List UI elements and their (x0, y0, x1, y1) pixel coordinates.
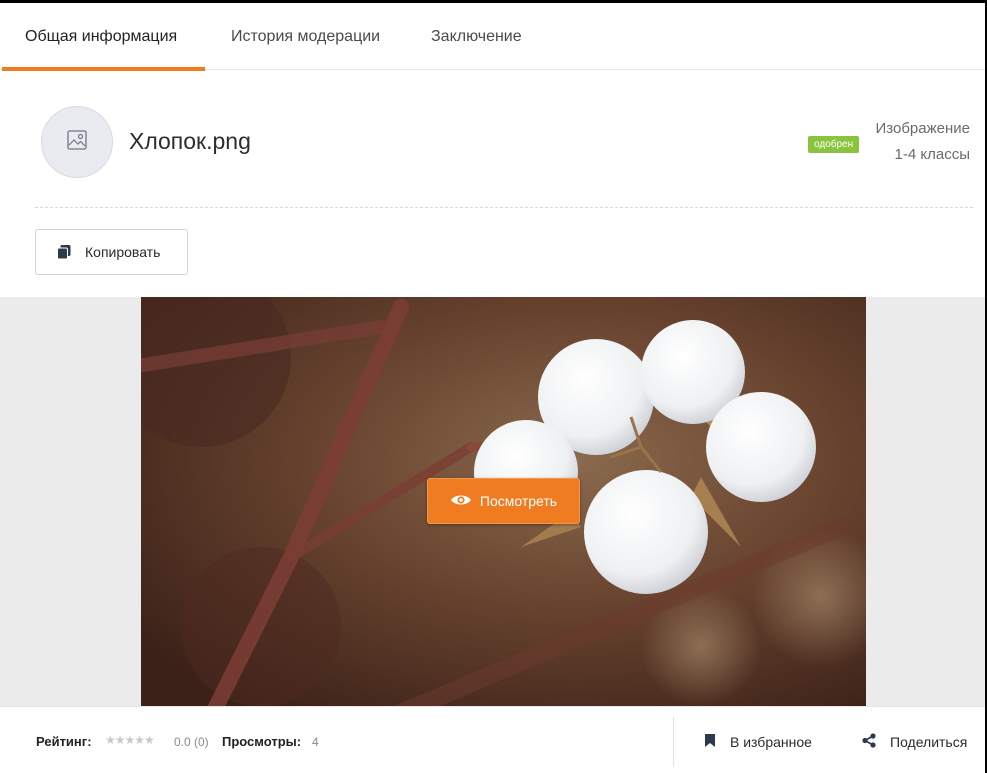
image-icon (66, 129, 88, 156)
favorites-label: В избранное (730, 734, 812, 750)
resource-grade: 1-4 классы (894, 146, 970, 163)
share-button[interactable]: Поделиться (862, 733, 967, 751)
share-label: Поделиться (890, 734, 968, 750)
views-label: Просмотры: (222, 734, 302, 749)
tab-moderation-history[interactable]: История модерации (231, 3, 380, 70)
view-button-label: Посмотреть (479, 493, 558, 509)
rating-value: 0.0 (0) (174, 735, 209, 749)
share-icon (862, 733, 890, 751)
tab-bar: Общая информация История модерации Заклю… (0, 3, 985, 71)
footer-bar: Рейтинг: ★★★★★ 0.0 (0) Просмотры: 4 В из… (0, 706, 985, 773)
resource-type: Изображение (875, 120, 971, 137)
copy-icon (56, 244, 72, 260)
bookmark-icon (704, 733, 730, 751)
resource-avatar (41, 106, 113, 178)
rating-stars[interactable]: ★★★★★ (105, 733, 155, 747)
active-tab-indicator (2, 67, 205, 71)
resource-title: Хлопок.png (129, 128, 251, 154)
tab-general-info[interactable]: Общая информация (25, 3, 177, 70)
footer-divider (673, 717, 674, 767)
status-badge: одобрен (808, 136, 860, 153)
add-to-favorites-button[interactable]: В избранное (704, 733, 812, 751)
section-divider (35, 207, 973, 208)
eye-icon (450, 493, 480, 510)
rating-label: Рейтинг: (36, 734, 92, 749)
view-button[interactable]: Посмотреть (427, 478, 580, 524)
copy-button-label: Копировать (85, 244, 161, 260)
tab-conclusion[interactable]: Заключение (431, 3, 522, 70)
copy-button[interactable]: Копировать (35, 229, 188, 275)
views-value: 4 (312, 735, 319, 749)
